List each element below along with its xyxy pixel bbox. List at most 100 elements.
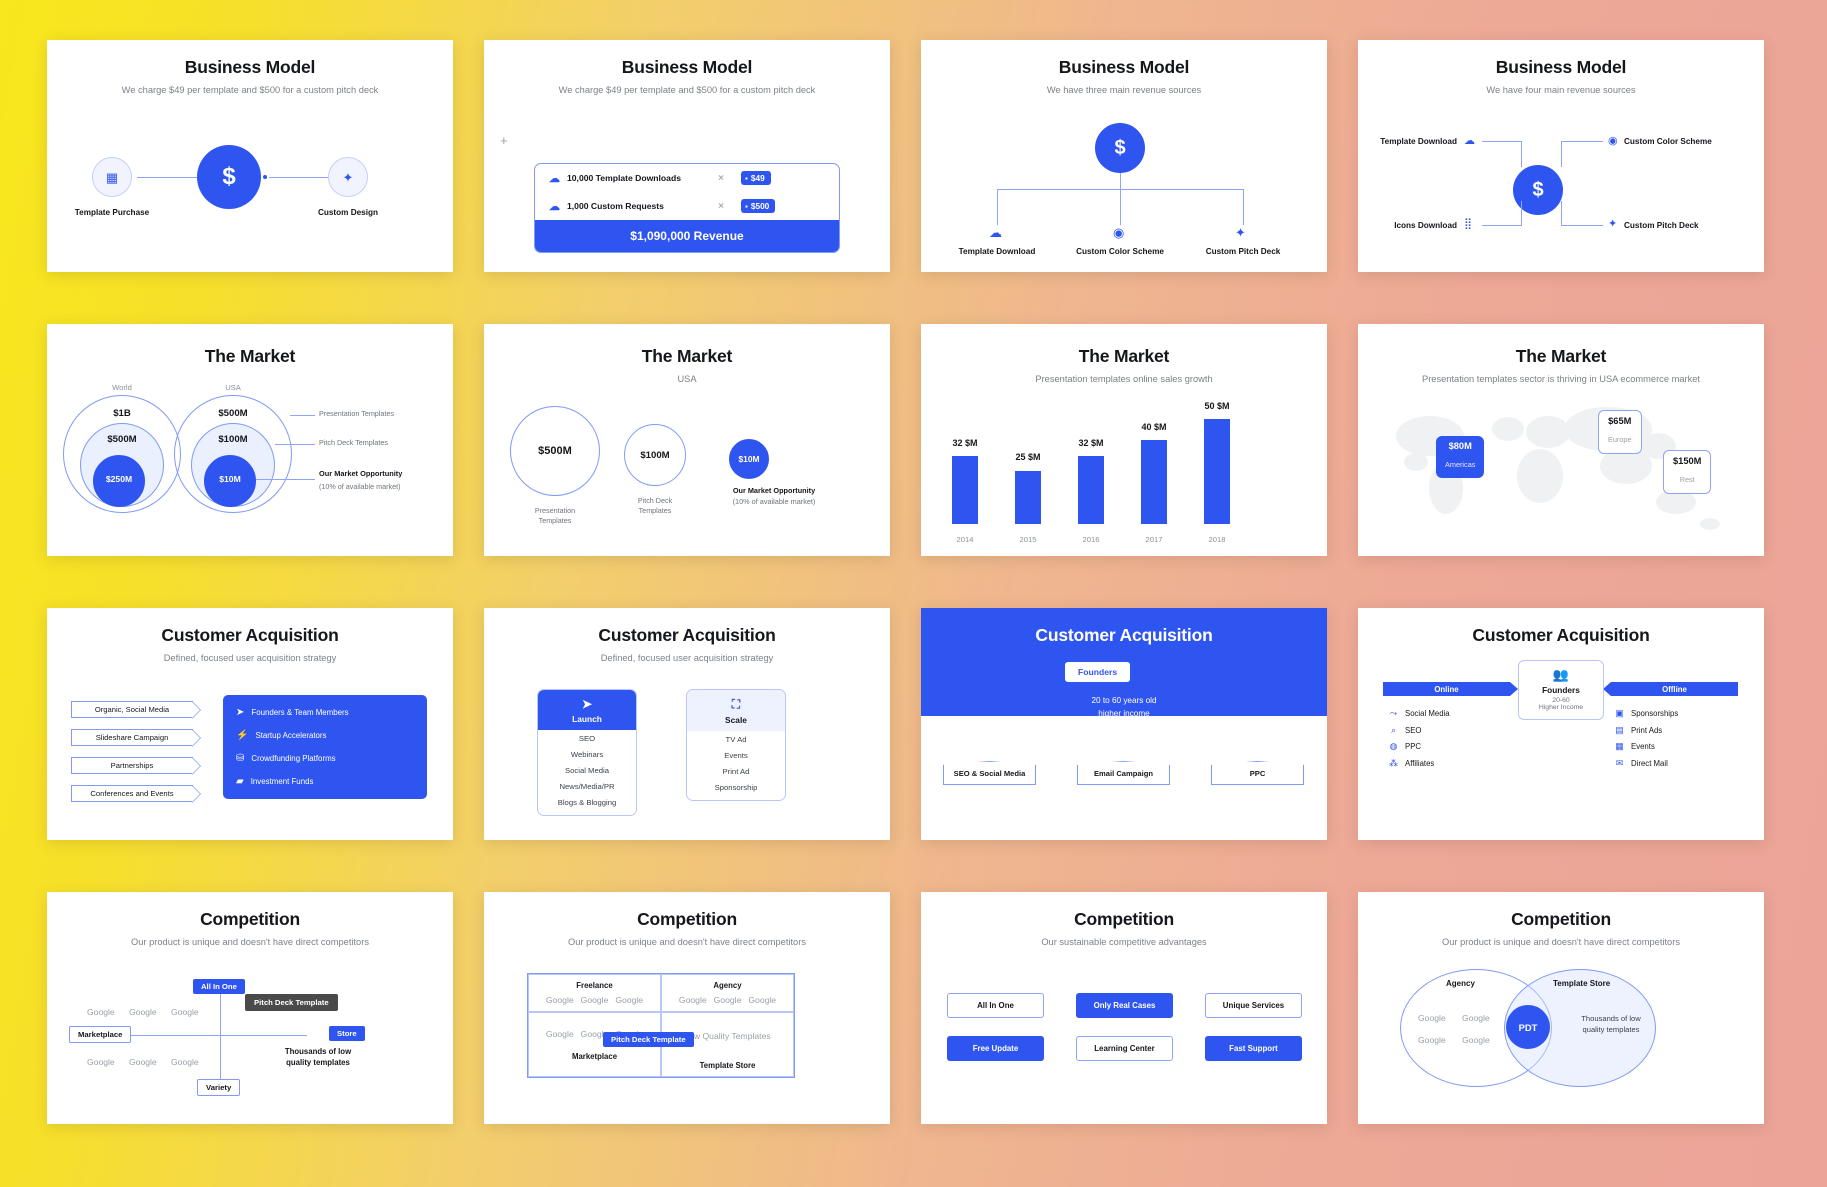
item-label: Social Media [1405, 709, 1450, 718]
price-value: $500 [750, 201, 770, 211]
slide-business-model-1[interactable]: Business Model We charge $49 per templat… [47, 40, 453, 272]
slide-business-model-4[interactable]: Business Model We have four main revenue… [1358, 40, 1764, 272]
launch-item: Webinars [570, 749, 604, 759]
calendar-icon: ▦ [1615, 741, 1624, 751]
channel-item[interactable]: Slideshare Campaign [71, 729, 201, 747]
axis-label-right: Store [329, 1026, 365, 1041]
bar-chart: 32 $M 2014 25 $M 2015 32 $M 2016 40 $M 2… [921, 384, 1327, 556]
legend-label: Our Market Opportunity [319, 469, 403, 478]
connector-line [1561, 141, 1603, 142]
competitor-logo: Google [545, 995, 574, 1005]
scale-card[interactable]: ⛶ Scale TV Ad Events Print Ad Sponsorshi… [686, 689, 786, 801]
slide-title: Customer Acquisition [161, 625, 339, 645]
market-circle-medium: $100M [624, 424, 686, 486]
competitor-logo: Google [713, 995, 742, 1005]
bar-category-label: 2018 [1208, 535, 1226, 544]
affiliates-icon: ⁂ [1389, 757, 1398, 768]
offline-item: ▦ Events [1614, 741, 1678, 752]
cloud-icon: ☁ [989, 225, 1002, 240]
advantage-button[interactable]: Free Update [947, 1036, 1044, 1061]
slide-title: The Market [641, 346, 733, 366]
competition-matrix: Freelance Google Google Google Agency Go… [527, 973, 795, 1078]
region-name: Rest [1679, 474, 1695, 484]
legend-leader-line [290, 415, 315, 416]
offline-item: ▣ Sponsorships [1614, 708, 1678, 719]
slide-business-model-3[interactable]: Business Model We have three main revenu… [921, 40, 1327, 272]
region-name: Europe [1608, 434, 1632, 444]
chart-bar [1015, 471, 1041, 524]
online-item: ◍ PPC [1388, 741, 1450, 752]
slide-market-1[interactable]: The Market World $1B $500M $250M USA $50… [47, 324, 453, 556]
product-tag: Pitch Deck Template [245, 994, 338, 1011]
item-label: Direct Mail [1631, 758, 1668, 768]
slide-competition-1[interactable]: Competition Our product is unique and do… [47, 892, 453, 1124]
panel-item: ➤ Founders & Team Members [223, 701, 427, 724]
slide-subtitle: We charge $49 per template and $500 for … [558, 85, 816, 95]
advantage-button[interactable]: Unique Services [1205, 993, 1302, 1018]
axis-label-top: All In One [193, 979, 245, 994]
slide-market-4[interactable]: The Market Presentation templates sector… [1358, 324, 1764, 556]
bar-value-label: 40 $M [1141, 422, 1167, 432]
scale-item: TV Ad [725, 734, 747, 744]
group-caption: USA [225, 383, 241, 392]
advantage-button[interactable]: Learning Center [1076, 1036, 1173, 1061]
calc-label: 10,000 Template Downloads [567, 173, 681, 183]
tile-email-campaign[interactable]: Email Campaign [1077, 761, 1170, 785]
slide-acquisition-1[interactable]: Customer Acquisition Defined, focused us… [47, 608, 453, 840]
channel-item[interactable]: Partnerships [71, 757, 201, 775]
launch-card[interactable]: ➤ Launch SEO Webinars Social Media News/… [537, 689, 637, 816]
slide-title: Business Model [184, 57, 316, 77]
slide-acquisition-3[interactable]: Customer Acquisition Founders 20 to 60 y… [921, 608, 1327, 840]
competitor-logo: Google [545, 1029, 574, 1039]
bar-value-label: 32 $M [952, 438, 978, 448]
slide-subtitle: Our sustainable competitive advantages [1041, 937, 1207, 947]
chart-bar [1078, 456, 1104, 524]
market-value: $250M [105, 474, 133, 484]
market-circle-inner: $250M [93, 455, 145, 507]
connector-line [1482, 141, 1522, 142]
slide-title: Customer Acquisition [1035, 625, 1213, 645]
item-label: Events [1631, 742, 1655, 751]
slide-market-2[interactable]: The Market USA $500M Presentation Templat… [484, 324, 890, 556]
advantage-button[interactable]: Only Real Cases [1076, 993, 1173, 1018]
competitor-logo: Google [678, 995, 707, 1005]
tile-label: PPC [1249, 769, 1266, 778]
slide-acquisition-4[interactable]: Customer Acquisition Online Offline 👥 Fo… [1358, 608, 1764, 840]
persona-age: 20-60 [1552, 697, 1570, 704]
source-label: Template Download [1380, 137, 1457, 146]
palette-icon: ◉ [1113, 225, 1125, 240]
panel-label: Founders & Team Members [251, 708, 349, 717]
total-revenue: $1,090,000 Revenue [535, 220, 839, 252]
panel-label: Startup Accelerators [255, 731, 327, 740]
slide-competition-4[interactable]: Competition Our product is unique and do… [1358, 892, 1764, 1124]
price-chip: ▪ $500 [741, 199, 776, 213]
axis-vertical [220, 989, 221, 1089]
advantage-button[interactable]: Fast Support [1205, 1036, 1302, 1061]
region-value: $150M [1673, 456, 1702, 466]
region-chip-americas: $80M Americas [1436, 436, 1485, 478]
channel-item[interactable]: Conferences and Events [71, 785, 201, 803]
market-circle-small: $10M [729, 439, 769, 479]
channel-item[interactable]: Organic, Social Media [71, 701, 201, 719]
audience-age: 20 to 60 years old [1091, 696, 1157, 705]
competitor-logo: Google [748, 995, 777, 1005]
axis-label-bottom: Variety [197, 1079, 241, 1096]
calc-row: ☁ 1,000 Custom Requests × ▪ $500 [535, 192, 839, 220]
slide-acquisition-2[interactable]: Customer Acquisition Defined, focused us… [484, 608, 890, 840]
tile-label: Email Campaign [1093, 769, 1154, 778]
item-label: Affiliates [1405, 758, 1435, 768]
matrix-header-cell: Freelance Google Google Google [528, 974, 661, 1012]
tile-seo-social[interactable]: SEO & Social Media [943, 761, 1036, 785]
slide-business-model-2[interactable]: Business Model We charge $49 per templat… [484, 40, 890, 272]
tile-ppc[interactable]: PPC [1211, 761, 1304, 785]
center-label: PDT [1518, 1021, 1538, 1033]
dollar-icon: $ [197, 145, 261, 209]
slide-competition-2[interactable]: Competition Our product is unique and do… [484, 892, 890, 1124]
founders-chip[interactable]: Founders [1065, 662, 1131, 682]
slide-competition-3[interactable]: Competition Our sustainable competitive … [921, 892, 1327, 1124]
slide-market-3[interactable]: The Market Presentation templates online… [921, 324, 1327, 556]
advantage-button[interactable]: All In One [947, 993, 1044, 1018]
connector-line [1243, 189, 1244, 225]
connector-line [1482, 225, 1522, 226]
briefcase-icon: ▰ [236, 776, 244, 787]
